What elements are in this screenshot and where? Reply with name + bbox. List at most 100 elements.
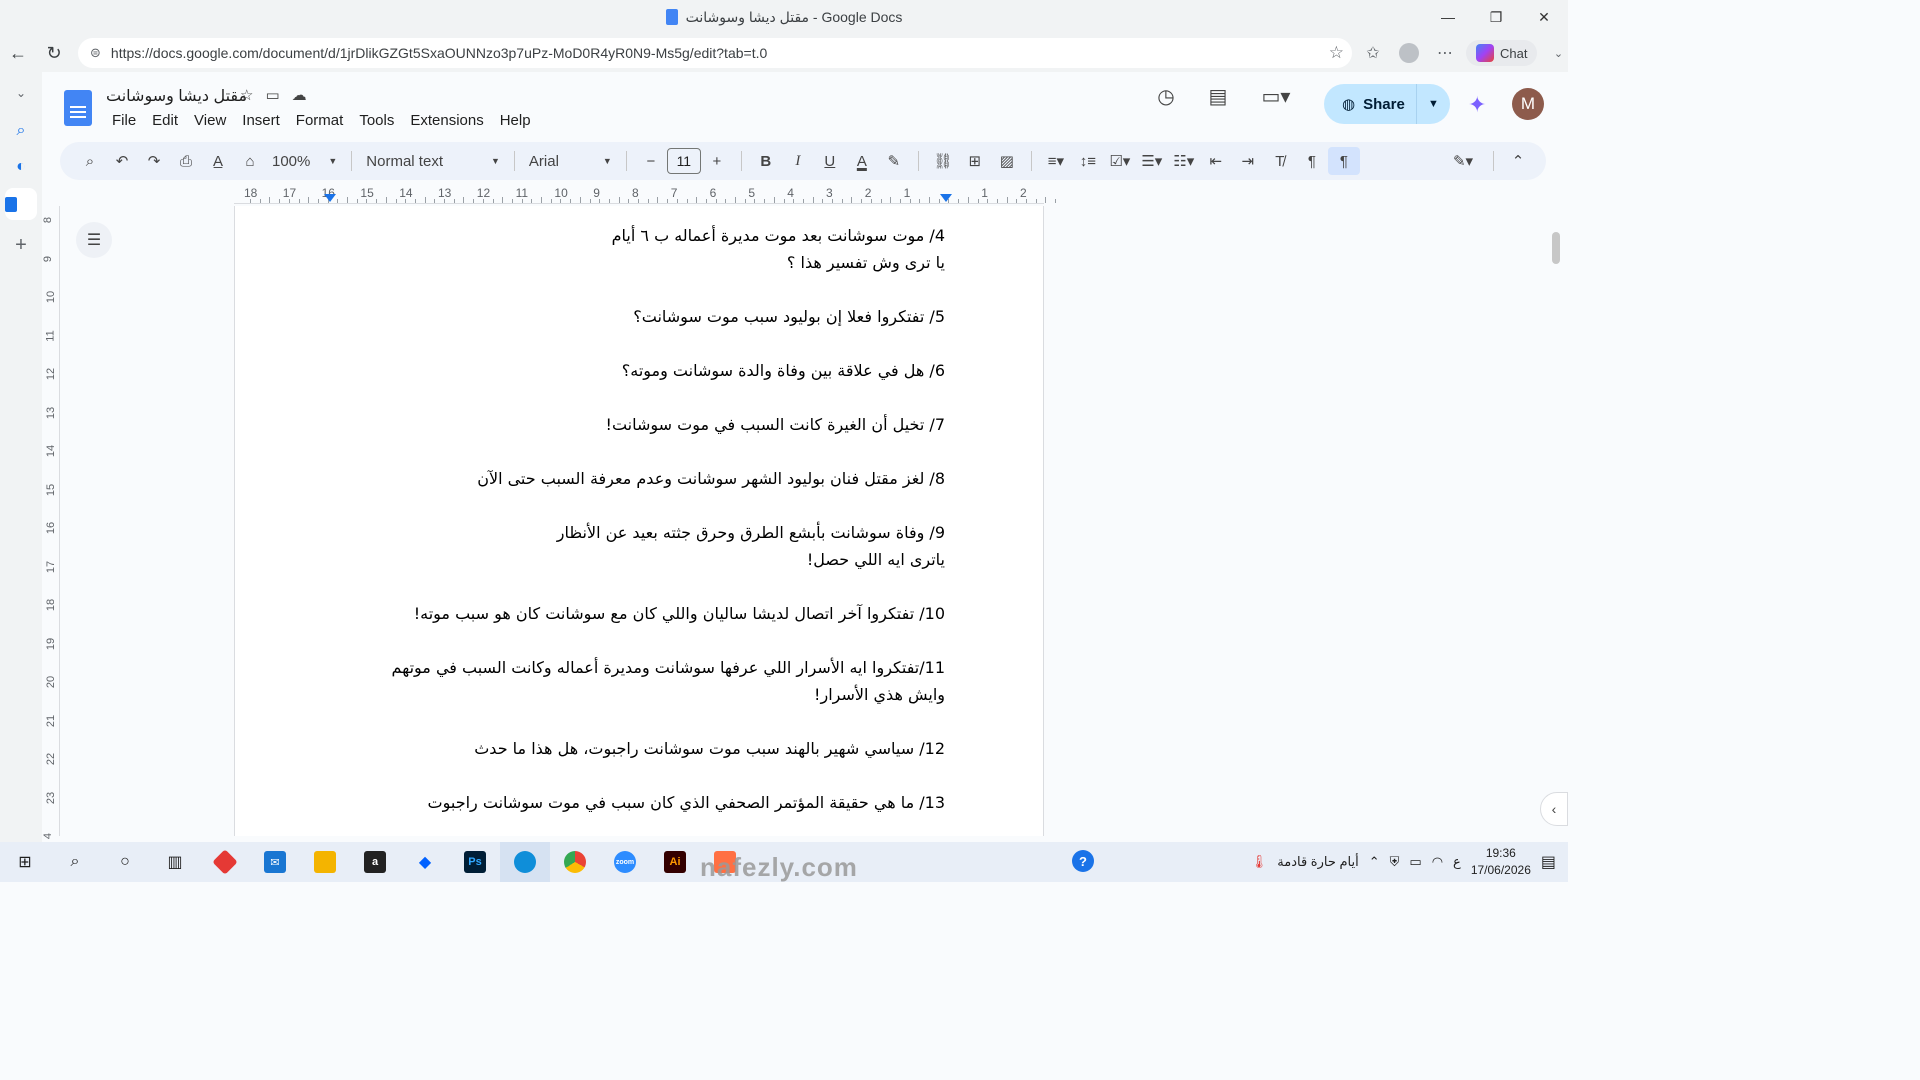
app-red-icon[interactable] [200, 842, 250, 882]
right-indent-marker[interactable] [940, 194, 952, 202]
meet-icon[interactable]: ▭▾ [1256, 84, 1296, 109]
copilot-side-icon[interactable]: ◐ [0, 158, 42, 176]
star-icon[interactable]: ☆ [240, 86, 253, 104]
paragraph[interactable]: 12/ سياسي شهير بالهند سبب موت سوشانت راج… [385, 735, 945, 762]
minimize-button[interactable]: — [1424, 0, 1472, 34]
chat-button[interactable]: Chat [1466, 40, 1538, 66]
paragraph-line[interactable]: 12/ سياسي شهير بالهند سبب موت سوشانت راج… [385, 735, 945, 762]
bold-icon[interactable]: B [750, 147, 782, 175]
add-icon[interactable]: + [0, 234, 42, 257]
wifi-icon[interactable]: ◠ [1432, 854, 1443, 870]
menu-tools[interactable]: Tools [353, 110, 400, 131]
paragraph[interactable]: 4/ موت سوشانت بعد موت مديرة أعماله ب ٦ أ… [385, 222, 945, 276]
print-icon[interactable]: ⎙ [170, 147, 202, 175]
photoshop-icon[interactable]: Ps [450, 842, 500, 882]
illustrator-icon[interactable]: Ai [650, 842, 700, 882]
paragraph[interactable]: 9/ وفاة سوشانت بأبشع الطرق وحرق جثته بعي… [385, 519, 945, 573]
paragraph-line[interactable]: ياترى ايه اللي حصل! [385, 546, 945, 573]
paragraph-line[interactable]: 13/ ما هي حقيقة المؤتمر الصحفي الذي كان … [385, 789, 945, 816]
align-icon[interactable]: ≡▾ [1040, 147, 1072, 175]
paragraph-line[interactable]: يا ترى وش تفسير هذا ؟ [385, 249, 945, 276]
spellcheck-icon[interactable]: A̲ [202, 147, 234, 175]
paragraph[interactable]: 5/ تفتكروا فعلا إن بوليود سبب موت سوشانت… [385, 303, 945, 330]
comments-icon[interactable]: ▤ [1204, 84, 1232, 109]
paragraph-line[interactable]: 5/ تفتكروا فعلا إن بوليود سبب موت سوشانت… [385, 303, 945, 330]
increase-font-size-icon[interactable]: + [701, 147, 733, 175]
paragraph[interactable]: 10/ تفتكروا آخر اتصال لديشا ساليان واللي… [385, 600, 945, 627]
dropbox-icon[interactable]: ◆ [400, 842, 450, 882]
close-button[interactable]: ✕ [1520, 0, 1568, 34]
share-dropdown-icon[interactable]: ▼ [1416, 84, 1450, 124]
menu-extensions[interactable]: Extensions [404, 110, 489, 131]
cloud-status-icon[interactable]: ☁ [292, 86, 307, 104]
underline-icon[interactable]: U [814, 147, 846, 175]
increase-indent-icon[interactable]: ⇥ [1232, 147, 1264, 175]
paragraph-line[interactable]: 11/تفتكروا ايه الأسرار اللي عرفها سوشانت… [385, 654, 945, 681]
mail-icon[interactable]: ✉ [250, 842, 300, 882]
search-menus-icon[interactable]: ⌕ [74, 147, 106, 175]
menu-file[interactable]: File [106, 110, 142, 131]
bookmark-star-icon[interactable]: ☆ [1329, 43, 1344, 63]
weather-icon[interactable]: 🌡 [1251, 854, 1268, 870]
paragraph-line[interactable]: 7/ تخيل أن الغيرة كانت السبب في موت سوشا… [385, 411, 945, 438]
editing-mode-icon[interactable]: ✎▾ [1441, 147, 1485, 175]
language-indicator[interactable]: ع [1453, 854, 1461, 870]
address-bar[interactable]: ⊜ https://docs.google.com/document/d/1jr… [78, 38, 1352, 68]
docs-side-icon[interactable] [5, 188, 37, 220]
text-color-icon[interactable]: A [846, 147, 878, 175]
paragraph[interactable]: 13/ ما هي حقيقة المؤتمر الصحفي الذي كان … [385, 789, 945, 816]
amazon-icon[interactable]: a [350, 842, 400, 882]
highlight-icon[interactable]: ✎ [878, 147, 910, 175]
add-comment-icon[interactable]: ⊞ [959, 147, 991, 175]
bulleted-list-icon[interactable]: ☰▾ [1136, 147, 1168, 175]
favorites-icon[interactable]: ✩ [1358, 38, 1388, 68]
menu-format[interactable]: Format [290, 110, 350, 131]
search-icon[interactable]: ⌕ [50, 842, 100, 882]
font-select[interactable]: Arial ▼ [523, 153, 618, 170]
paint-format-icon[interactable]: ⌂ [234, 147, 266, 175]
ltr-icon[interactable]: ¶ [1296, 147, 1328, 175]
paragraph[interactable]: 11/تفتكروا ايه الأسرار اللي عرفها سوشانت… [385, 654, 945, 708]
paragraph[interactable]: 6/ هل في علاقة بين وفاة والدة سوشانت ومو… [385, 357, 945, 384]
redo-icon[interactable]: ↷ [138, 147, 170, 175]
clear-formatting-icon[interactable]: T̸ [1264, 147, 1296, 175]
document-title[interactable]: مقتل ديشا وسوشانت [106, 86, 247, 106]
paragraph-line[interactable]: 6/ هل في علاقة بين وفاة والدة سوشانت ومو… [385, 357, 945, 384]
move-folder-icon[interactable]: ▭ [265, 86, 279, 104]
document-body[interactable]: 4/ موت سوشانت بعد موت مديرة أعماله ب ٦ أ… [385, 222, 945, 836]
notifications-icon[interactable]: ▤ [1541, 852, 1556, 872]
menu-insert[interactable]: Insert [236, 110, 286, 131]
paragraph[interactable]: 8/ لغز مقتل فنان بوليود الشهر سوشانت وعد… [385, 465, 945, 492]
cortana-icon[interactable]: ○ [100, 842, 150, 882]
insert-link-icon[interactable]: ⛓ [927, 147, 959, 175]
checklist-icon[interactable]: ☑▾ [1104, 147, 1136, 175]
decrease-indent-icon[interactable]: ⇤ [1200, 147, 1232, 175]
weather-text[interactable]: أيام حارة قادمة [1277, 854, 1358, 870]
font-size-input[interactable]: 11 [666, 148, 701, 174]
gemini-icon[interactable]: ✦ [1468, 92, 1486, 118]
menu-view[interactable]: View [188, 110, 232, 131]
side-panel-toggle-icon[interactable]: ‹ [1540, 792, 1568, 826]
profile-icon[interactable] [1394, 38, 1424, 68]
search-icon[interactable]: ⌕ [0, 122, 42, 140]
back-button[interactable]: ← [0, 35, 36, 71]
left-indent-marker[interactable] [324, 194, 336, 202]
horizontal-ruler[interactable]: 18 17 16 15 14 13 12 11 10 9 8 7 6 5 4 3 2 1 1 2 [234, 184, 1057, 204]
paragraph-line[interactable]: وايش هذي الأسرار! [385, 681, 945, 708]
paragraph[interactable]: 7/ تخيل أن الغيرة كانت السبب في موت سوشا… [385, 411, 945, 438]
decrease-font-size-icon[interactable]: − [635, 147, 667, 175]
file-explorer-icon[interactable] [300, 842, 350, 882]
version-history-icon[interactable]: ◷ [1152, 84, 1180, 109]
zoom-icon[interactable]: zoom [600, 842, 650, 882]
vertical-ruler[interactable]: 8 9 10 11 12 13 14 15 16 17 18 19 20 21 22 23 4 [42, 206, 60, 839]
menu-help[interactable]: Help [494, 110, 537, 131]
share-button[interactable]: ◍ Share ▼ [1324, 84, 1450, 124]
site-info-icon[interactable]: ⊜ [90, 45, 101, 61]
line-spacing-icon[interactable]: ↕≡ [1072, 147, 1104, 175]
chevron-down-icon[interactable]: ⌄ [0, 86, 42, 100]
docs-logo-icon[interactable] [64, 90, 92, 126]
paragraph-line[interactable]: 8/ لغز مقتل فنان بوليود الشهر سوشانت وعد… [385, 465, 945, 492]
security-icon[interactable]: ⛨ [1390, 854, 1400, 870]
style-select[interactable]: Normal text ▼ [360, 153, 506, 170]
chevron-down-icon[interactable]: ⌄ [1543, 38, 1573, 68]
